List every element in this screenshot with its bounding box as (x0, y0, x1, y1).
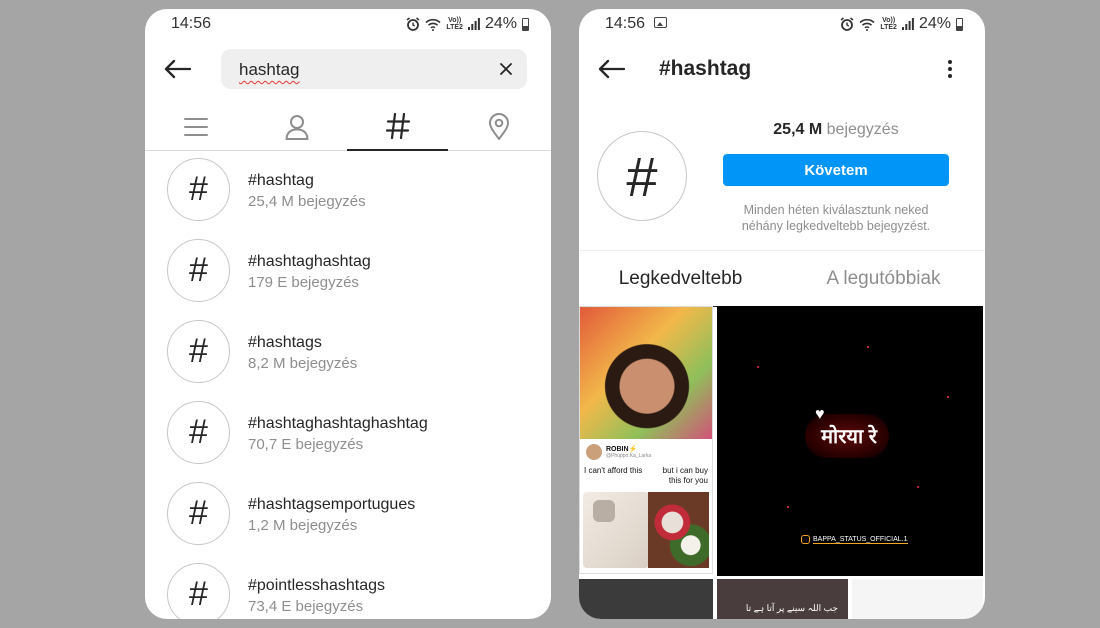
hashtag-profile-avatar: # (597, 131, 687, 221)
post-thumbnail[interactable] (579, 579, 713, 619)
lte-indicator: Vo)) LTE2 (446, 17, 463, 31)
video-handle: BAPPA_STATUS_OFFICIAL.1 (813, 535, 908, 544)
sparkle (917, 486, 919, 488)
search-tabs (145, 103, 551, 151)
sparkle (867, 346, 869, 348)
hashtag-result[interactable]: # #hashtaghashtaghashtag 70,7 E bejegyzé… (145, 401, 551, 482)
status-icons: Vo)) LTE2 24% (406, 15, 529, 33)
post-caption-right: but i can buy this for you (662, 466, 708, 485)
post-photo (580, 307, 712, 439)
phone-photo (583, 492, 649, 568)
result-post-count: 25,4 M bejegyzés (248, 193, 366, 210)
hashtag-result[interactable]: # #hashtagsemportugues 1,2 M bejegyzés (145, 482, 551, 563)
signal-icon (467, 18, 480, 30)
result-title: #hashtags (248, 334, 322, 351)
result-title: #pointlesshashtags (248, 577, 385, 594)
tab-recent-posts[interactable]: A legutóbbiak (782, 251, 985, 307)
battery-icon (956, 17, 963, 31)
avatar (586, 444, 602, 460)
result-post-count: 73,4 E bejegyzés (248, 598, 364, 615)
hashtag-result[interactable]: # #hashtag 25,4 M bejegyzés (145, 158, 551, 239)
status-bar: 14:56 Vo)) LTE2 24% (579, 9, 985, 39)
hashtag-page-screen: 14:56 Vo)) LTE2 24% #hashtag # 25,4 M bej… (579, 9, 985, 619)
status-bar: 14:56 Vo)) LTE2 24% (145, 9, 551, 39)
hashtag-icon (385, 113, 410, 139)
search-query[interactable]: hashtag (239, 60, 300, 80)
hashtag-avatar: # (167, 239, 230, 302)
page-title: #hashtag (659, 57, 752, 80)
result-title: #hashtag (248, 172, 314, 189)
lte-indicator: Vo)) LTE2 (880, 17, 897, 31)
search-screen: 14:56 Vo)) LTE2 24% hashtag # #hashtag 2… (145, 9, 551, 619)
follow-button[interactable]: Követem (723, 154, 949, 186)
list-icon (183, 118, 208, 136)
result-post-count: 70,7 E bejegyzés (248, 436, 364, 453)
post-grid: ROBIN⚡ @Phuppo.Ka_Larka I can't afford t… (579, 306, 985, 619)
result-title: #hashtagsemportugues (248, 496, 416, 513)
tab-top-posts[interactable]: Legkedveltebb (579, 251, 782, 307)
follow-hint: Minden héten kiválasztunk neked néhány l… (741, 203, 931, 233)
post-count: 25,4 M bejegyzés (723, 121, 949, 139)
battery-percent: 24% (918, 15, 951, 32)
battery-percent: 24% (484, 15, 517, 32)
flowers-photo (648, 492, 709, 568)
status-time: 14:56 (171, 15, 212, 32)
post-count-label: bejegyzés (826, 121, 899, 138)
alarm-icon (406, 17, 420, 31)
hashtag-avatar: # (167, 401, 230, 464)
tab-places[interactable] (448, 103, 549, 151)
post-overlay-text: جب اللہ سینے پر آتا ہے تا (745, 603, 838, 613)
wifi-icon (425, 18, 441, 31)
post-caption-left: I can't afford this (584, 466, 643, 475)
result-post-count: 1,2 M bejegyzés (248, 517, 358, 534)
back-arrow-icon[interactable] (597, 59, 625, 79)
tab-tags[interactable] (347, 103, 448, 151)
post-username: ROBIN⚡ (606, 446, 638, 453)
alarm-icon (840, 17, 854, 31)
post-handle: @Phuppo.Ka_Larka (606, 453, 652, 459)
signal-icon (901, 18, 914, 30)
hashtag-avatar: # (167, 482, 230, 545)
hashtag-result[interactable]: # #pointlesshashtags 73,4 E bejegyzés (145, 563, 551, 619)
post-user: ROBIN⚡ @Phuppo.Ka_Larka (586, 444, 651, 460)
search-input[interactable]: hashtag (221, 49, 527, 89)
battery-icon (522, 17, 529, 31)
instagram-icon (801, 535, 810, 544)
gallery-notification-icon (654, 17, 667, 28)
post-thumbnail-video[interactable]: ♥ मोरया रे BAPPA_STATUS_OFFICIAL.1 (717, 306, 983, 576)
post-count-value: 25,4 M (773, 121, 823, 138)
post-thumbnail[interactable]: جب اللہ سینے پر آتا ہے تا (717, 579, 848, 619)
status-time: 14:56 (605, 15, 646, 32)
tab-top[interactable] (145, 103, 246, 151)
post-thumbnail-collage[interactable]: ROBIN⚡ @Phuppo.Ka_Larka I can't afford t… (579, 306, 713, 574)
hashtag-avatar: # (167, 563, 230, 619)
hashtag-result[interactable]: # #hashtaghashtag 179 E bejegyzés (145, 239, 551, 320)
sparkle (757, 366, 759, 368)
tab-accounts[interactable] (246, 103, 347, 151)
location-pin-icon (488, 113, 509, 140)
result-title: #hashtaghashtaghashtag (248, 415, 428, 432)
sparkle (787, 506, 789, 508)
hashtag-result[interactable]: # #hashtags 8,2 M bejegyzés (145, 320, 551, 401)
sparkle (947, 396, 949, 398)
hashtag-avatar: # (167, 158, 230, 221)
wifi-icon (859, 18, 875, 31)
clear-search-icon[interactable] (497, 60, 515, 78)
hashtag-avatar: # (167, 320, 230, 383)
result-post-count: 8,2 M bejegyzés (248, 355, 358, 372)
post-thumbnail[interactable] (852, 579, 983, 619)
video-title: मोरया रे (821, 426, 877, 448)
result-title: #hashtaghashtag (248, 253, 371, 270)
back-arrow-icon[interactable] (163, 59, 191, 79)
more-options-icon[interactable] (947, 59, 953, 79)
status-icons: Vo)) LTE2 24% (840, 15, 963, 33)
person-icon (285, 115, 308, 140)
video-watermark: BAPPA_STATUS_OFFICIAL.1 (801, 535, 908, 544)
result-post-count: 179 E bejegyzés (248, 274, 359, 291)
